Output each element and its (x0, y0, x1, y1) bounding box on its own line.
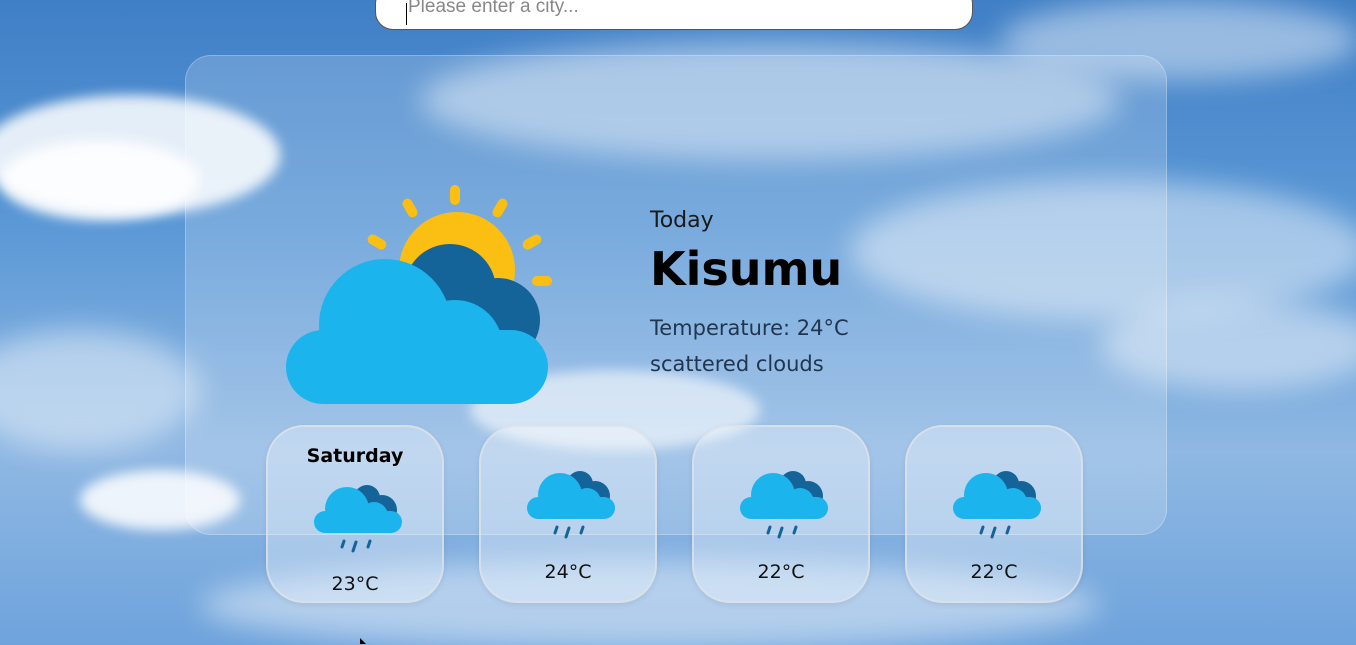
forecast-temp: 22°C (757, 561, 805, 583)
forecast-card[interactable]: 22°C (905, 425, 1083, 603)
mouse-cursor-icon (360, 638, 366, 644)
partly-cloudy-sun-icon (286, 185, 552, 404)
forecast-card[interactable]: Saturday 23°C (266, 425, 444, 603)
rain-cloud-icon (314, 485, 402, 553)
rain-cloud-icon (953, 471, 1041, 539)
forecast-card[interactable]: 24°C (479, 425, 657, 603)
today-label: Today (650, 208, 714, 233)
rain-cloud-icon (527, 471, 615, 539)
forecast-card[interactable]: 22°C (692, 425, 870, 603)
forecast-temp: 22°C (970, 561, 1018, 583)
forecast-day: Saturday (306, 445, 404, 467)
city-search-bar[interactable] (375, 0, 973, 30)
city-name: Kisumu (650, 242, 843, 296)
current-temperature: Temperature: 24°C (650, 316, 849, 340)
weather-description: scattered clouds (650, 352, 824, 376)
rain-cloud-icon (740, 471, 828, 539)
forecast-temp: 24°C (544, 561, 592, 583)
forecast-temp: 23°C (331, 573, 379, 595)
text-caret (406, 3, 407, 25)
city-search-input[interactable] (406, 0, 972, 19)
